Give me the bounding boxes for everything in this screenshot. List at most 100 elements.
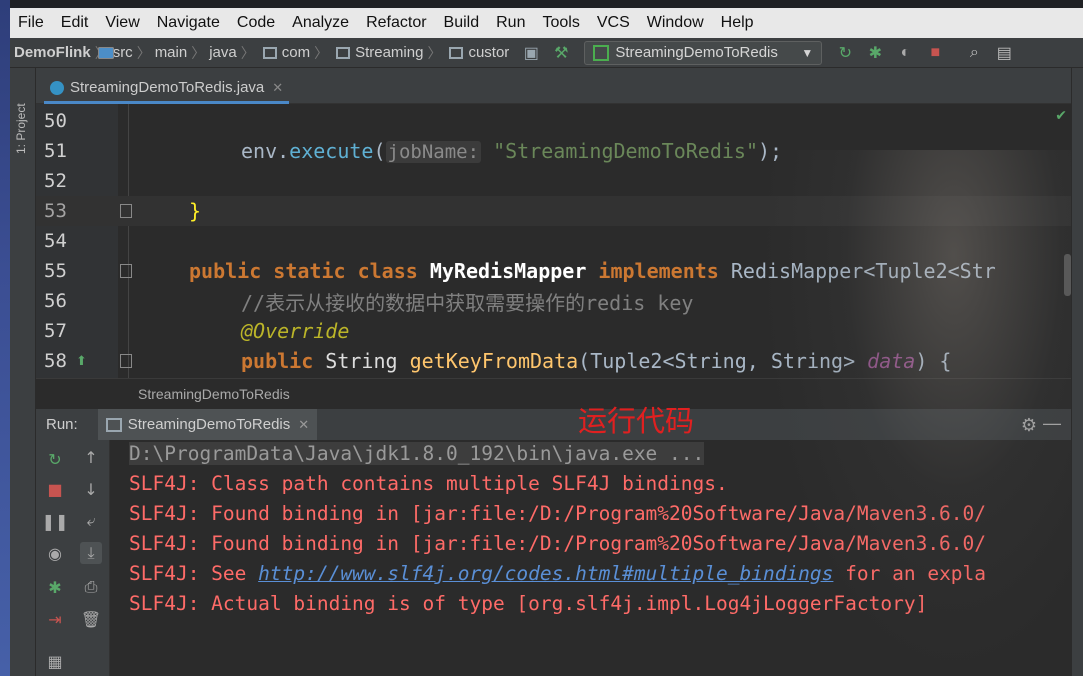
java-class-icon	[50, 80, 64, 95]
override-marker-icon[interactable]: ⬆	[76, 354, 100, 369]
code-line-current: 53 }	[36, 196, 1071, 226]
crumb-com[interactable]: com	[259, 44, 310, 61]
close-icon[interactable]: ✕	[272, 80, 283, 96]
crumb-java[interactable]: java	[98, 44, 237, 61]
console-output[interactable]: D:\ProgramData\Java\jdk1.8.0_192\bin\jav…	[110, 440, 1071, 676]
package-icon	[449, 46, 464, 59]
crumb-main[interactable]: main	[98, 44, 187, 61]
menu-vcs[interactable]: VCS	[589, 14, 639, 32]
menu-refactor[interactable]: Refactor	[358, 14, 435, 32]
layout-icon[interactable]: ▦	[44, 650, 66, 672]
class-icon[interactable]: ▣	[519, 41, 543, 65]
annotation-overlay-text: 运行代码	[578, 404, 695, 438]
code-text: }	[189, 199, 202, 223]
crumb-project[interactable]: DemoFlink	[14, 44, 91, 61]
code-editor[interactable]: ✔ 50 51 env.execute(jobName: "StreamingD…	[36, 104, 1071, 378]
line-number: 54	[44, 230, 67, 252]
exit-icon[interactable]: ⇥	[44, 608, 66, 630]
code-text: public static class MyRedisMapper implem…	[189, 259, 996, 283]
rerun-icon[interactable]: ↻	[833, 41, 857, 65]
build-hammer-icon[interactable]: ⚒	[549, 41, 573, 65]
menu-edit[interactable]: Edit	[53, 14, 98, 32]
minimize-icon[interactable]: —	[1043, 413, 1061, 434]
console-link[interactable]: http://www.slf4j.org/codes.html#multiple…	[258, 562, 833, 585]
editor-breadcrumb[interactable]: StreamingDemoToRedis	[36, 378, 1071, 408]
fold-marker-icon[interactable]	[120, 264, 132, 278]
menu-bar: File Edit View Navigate Code Analyze Ref…	[10, 8, 1083, 38]
menu-file[interactable]: File	[10, 14, 53, 32]
console-line: SLF4J: Class path contains multiple SLF4…	[129, 472, 728, 495]
chevron-right-icon: 〉	[427, 44, 442, 61]
menu-window[interactable]: Window	[639, 14, 713, 32]
editor-tab-label: StreamingDemoToRedis.java	[70, 79, 265, 96]
camera-icon[interactable]: ◉	[44, 542, 66, 564]
menu-code[interactable]: Code	[229, 14, 284, 32]
menu-help[interactable]: Help	[713, 14, 763, 32]
crumb-streaming[interactable]: Streaming	[332, 44, 423, 61]
search-icon[interactable]: ⌕	[962, 41, 986, 65]
menu-view[interactable]: View	[97, 14, 148, 32]
project-tool-button[interactable]: 1: Project	[14, 103, 28, 154]
fold-marker-icon[interactable]	[120, 204, 132, 218]
code-line: 58 ⬆ public String getKeyFromData(Tuple2…	[36, 346, 1071, 376]
pause-icon[interactable]: ❚❚	[42, 510, 69, 532]
console-line: D:\ProgramData\Java\jdk1.8.0_192\bin\jav…	[129, 442, 705, 465]
left-tool-strip: 1: Project	[10, 68, 36, 676]
console-actions-strip: ↑ ↓ ⤶ ⤓ ⎙ 🗑	[74, 440, 110, 676]
code-line: 55 public static class MyRedisMapper imp…	[36, 256, 1071, 286]
package-icon	[336, 46, 351, 59]
run-config-icon	[593, 44, 610, 61]
desktop-edge	[0, 0, 10, 676]
fold-marker-icon[interactable]	[120, 354, 132, 368]
menu-build[interactable]: Build	[436, 14, 489, 32]
debug-icon[interactable]: ✱	[44, 576, 66, 598]
debug-icon[interactable]: ✱	[863, 41, 887, 65]
print-icon[interactable]: ⎙	[80, 576, 102, 598]
menu-run[interactable]: Run	[488, 14, 534, 32]
run-tab-label: StreamingDemoToRedis	[127, 416, 291, 433]
console-line: SLF4J: Actual binding is of type [org.sl…	[129, 592, 928, 615]
close-icon[interactable]: ✕	[298, 417, 309, 433]
stop-icon[interactable]: ■	[923, 41, 947, 65]
code-line: 52	[36, 166, 1071, 196]
soft-wrap-icon[interactable]: ⤶	[80, 510, 102, 532]
run-label: Run:	[46, 416, 78, 433]
menu-navigate[interactable]: Navigate	[149, 14, 229, 32]
line-number: 58	[44, 350, 67, 372]
dropdown-arrow-icon: ▼	[801, 45, 814, 60]
gear-icon[interactable]: ⚙	[1021, 415, 1037, 436]
code-line: 51 env.execute(jobName: "StreamingDemoTo…	[36, 136, 1071, 166]
run-tool-header: Run: StreamingDemoToRedis ✕ ⚙ —	[36, 408, 1071, 441]
chevron-right-icon: 〉	[314, 44, 329, 61]
scroll-to-end-icon[interactable]: ⤓	[80, 542, 102, 564]
editor-tab[interactable]: StreamingDemoToRedis.java ✕	[44, 74, 290, 104]
arrow-up-icon[interactable]: ↑	[80, 446, 102, 468]
code-line: 50	[36, 106, 1071, 136]
crumb-custom[interactable]: custor	[445, 44, 509, 61]
menu-analyze[interactable]: Analyze	[284, 14, 358, 32]
arrow-down-icon[interactable]: ↓	[80, 478, 102, 500]
line-number: 56	[44, 290, 67, 312]
editor-tab-bar: StreamingDemoToRedis.java ✕	[36, 68, 1071, 104]
layout-icon[interactable]: ▤	[992, 41, 1016, 65]
run-tab[interactable]: StreamingDemoToRedis ✕	[97, 408, 318, 441]
chevron-right-icon: 〉	[240, 44, 255, 61]
right-tool-strip	[1071, 68, 1083, 676]
run-actions-strip: ↻ ■ ❚❚ ◉ ✱ ⇥ ▦	[36, 440, 74, 676]
menu-tools[interactable]: Tools	[534, 14, 588, 32]
line-number: 51	[44, 140, 67, 162]
navigation-bar: DemoFlink 〉 src 〉 main 〉 java 〉 com 〉 St…	[10, 38, 1083, 68]
crumb-src[interactable]: src	[98, 44, 133, 61]
trash-icon[interactable]: 🗑	[80, 608, 102, 630]
run-configuration-select[interactable]: StreamingDemoToRedis ▼	[584, 40, 823, 65]
package-icon	[262, 46, 277, 59]
editor-breadcrumb-label: StreamingDemoToRedis	[138, 385, 290, 402]
code-line: 57 @Override	[36, 316, 1071, 346]
line-number: 57	[44, 320, 67, 342]
stop-icon[interactable]: ■	[44, 478, 66, 500]
console-line: SLF4J: See http://www.slf4j.org/codes.ht…	[129, 562, 987, 585]
parameter-hint: jobName:	[385, 141, 482, 163]
line-number: 52	[44, 170, 67, 192]
rerun-icon[interactable]: ↻	[44, 448, 66, 470]
coverage-icon[interactable]: ◐	[893, 41, 917, 65]
